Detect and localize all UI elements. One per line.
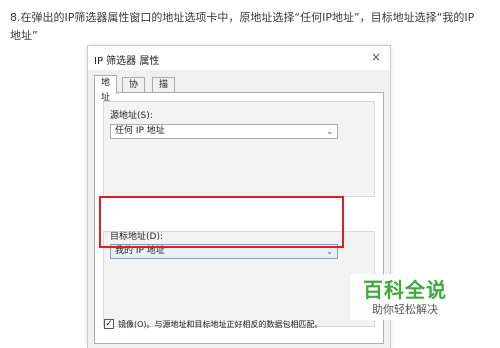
mirror-checkbox[interactable]: ✓ bbox=[104, 319, 114, 329]
watermark-subtitle: 助你轻松解决 bbox=[372, 303, 438, 316]
destination-highlight-box bbox=[99, 196, 344, 248]
chevron-down-icon: ⌄ bbox=[326, 127, 333, 136]
watermark: 百科全说 助你轻松解决 bbox=[350, 274, 460, 320]
source-address-value: 任何 IP 地址 bbox=[115, 126, 165, 136]
instruction-text: 8.在弹出的IP筛选器属性窗口的地址选项卡中，原地址选择“任何IP地址”，目标地… bbox=[10, 9, 490, 45]
close-icon[interactable]: × bbox=[368, 49, 384, 65]
dialog-title: IP 筛选器 属性 bbox=[94, 56, 160, 67]
tab-protocol[interactable]: 协议 bbox=[122, 77, 146, 105]
tab-description[interactable]: 描述 bbox=[152, 77, 176, 105]
tab-address[interactable]: 地址 bbox=[94, 75, 118, 103]
source-address-group: 源地址(S): 任何 IP 地址 ⌄ bbox=[103, 101, 375, 197]
source-address-select[interactable]: 任何 IP 地址 ⌄ bbox=[110, 124, 338, 139]
instruction-line-2: 地址” bbox=[10, 29, 38, 42]
instruction-line-1: 8.在弹出的IP筛选器属性窗口的地址选项卡中，原地址选择“任何IP地址”，目标地… bbox=[10, 11, 475, 24]
dialog-titlebar: IP 筛选器 属性 × bbox=[88, 46, 390, 70]
watermark-title: 百科全说 bbox=[363, 278, 447, 302]
source-address-label: 源地址(S): bbox=[110, 111, 153, 121]
mirror-checkbox-label: 镜像(O)。与源地址和目标地址正好相反的数据包相匹配。 bbox=[118, 320, 323, 329]
